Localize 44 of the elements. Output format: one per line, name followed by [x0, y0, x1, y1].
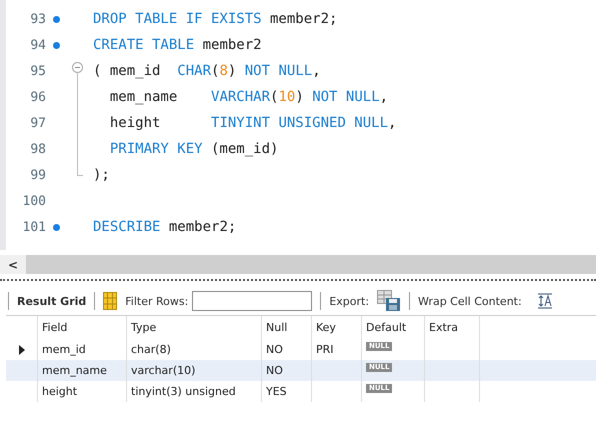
table-cell: PRI	[316, 343, 334, 356]
code-line: CREATE TABLE member2	[93, 37, 262, 53]
export-icon[interactable]	[377, 290, 402, 312]
form-editor-icon[interactable]	[103, 292, 118, 310]
table-cell: YES	[266, 385, 287, 398]
line-number: 96	[29, 90, 46, 104]
line-number: 93	[29, 12, 46, 26]
column-header[interactable]: Type	[127, 316, 262, 339]
filter-label: Filter Rows:	[125, 294, 188, 308]
line-number: 97	[29, 116, 46, 130]
line-number: 98	[29, 142, 46, 156]
current-row-icon	[18, 344, 24, 354]
line-number: 94	[29, 38, 46, 52]
code-line: mem_name VARCHAR(10) NOT NULL,	[108, 89, 388, 105]
table-cell: NO	[266, 364, 283, 377]
line-number: 101	[22, 220, 46, 234]
column-header[interactable]: Field	[38, 316, 127, 339]
line-number: 100	[22, 194, 46, 208]
line-number: 95	[29, 64, 46, 78]
table-cell: char(8)	[131, 343, 171, 356]
table-cell: height	[42, 385, 78, 398]
code-line: height TINYINT UNSIGNED NULL,	[108, 115, 396, 131]
code-line: DESCRIBE member2;	[93, 219, 236, 235]
table-cell: varchar(10)	[131, 364, 196, 377]
collapse-icon[interactable]	[72, 62, 83, 84]
column-header[interactable]: Extra	[425, 316, 480, 339]
table-cell: mem_name	[42, 364, 107, 377]
export-label: Export:	[329, 294, 370, 308]
line-number: 99	[29, 168, 46, 182]
code-line: );	[93, 167, 110, 183]
wrap-cell-label: Wrap Cell Content:	[418, 294, 522, 308]
table-cell: mem_id	[42, 343, 86, 356]
filter-field[interactable]	[192, 291, 312, 311]
code-line: DROP TABLE IF EXISTS member2;	[93, 11, 338, 27]
column-header[interactable]: Null	[262, 316, 312, 339]
code-line: ( mem_id CHAR(8) NOT NULL,	[93, 63, 321, 79]
table-cell: NO	[266, 343, 283, 356]
horizontal-scrollbar[interactable]: <	[0, 255, 596, 274]
code-line: PRIMARY KEY (mem_id)	[108, 141, 278, 157]
column-header[interactable]: Key	[312, 316, 362, 339]
column-header[interactable]: Default	[362, 316, 425, 339]
table-cell: tinyint(3) unsigned	[131, 385, 236, 398]
wrap-text-icon[interactable]	[538, 293, 552, 309]
result-grid-tab[interactable]: Result Grid	[17, 294, 86, 308]
